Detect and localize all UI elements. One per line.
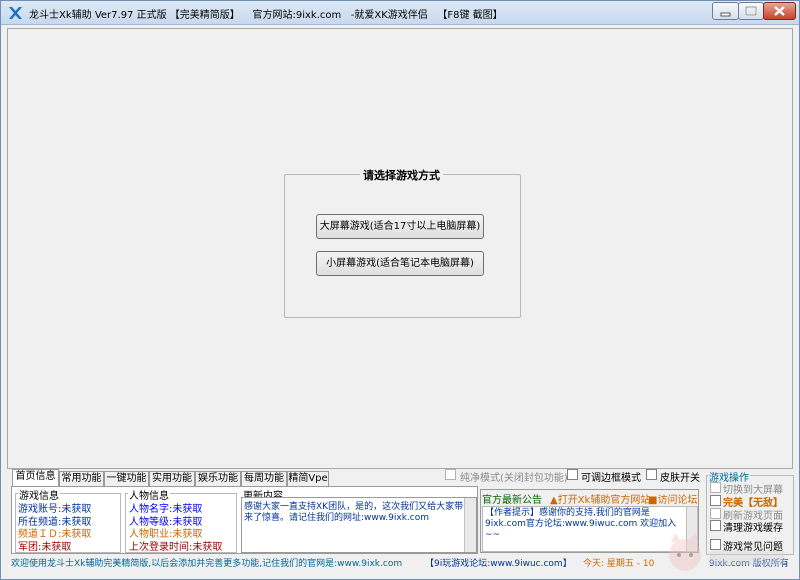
status-welcome-text: 欢迎使用龙斗士Xk辅助完美精简版,以后会添加并完善更多功能,记住我们的官网是:w… — [11, 559, 403, 569]
tab-one-click[interactable]: 一键功能 — [104, 471, 149, 487]
news-box: 感谢大家一直支持XK团队，是的，这次我们又给大家带来了惊喜。请记住我们的网址:w… — [241, 497, 477, 553]
maximize-button[interactable] — [738, 2, 764, 20]
big-screen-button[interactable]: 大屏幕游戏(适合17寸以上电脑屏幕) — [316, 214, 484, 239]
news-text: 感谢大家一直支持XK团队，是的，这次我们又给大家带来了惊喜。请记住我们的网址:w… — [244, 502, 464, 523]
refresh-game-checkbox[interactable] — [710, 508, 721, 519]
minimize-icon — [720, 12, 731, 17]
visit-forum-link[interactable]: ■访问论坛 — [648, 491, 697, 506]
status-date: 今天: 星期五 - 10 — [583, 559, 655, 569]
game-mode-group — [284, 174, 521, 318]
close-button[interactable] — [763, 2, 796, 20]
official-announcement-title: 官方最新公告 — [482, 495, 542, 506]
skin-switch-label: 皮肤开关 — [660, 473, 700, 484]
minimize-button[interactable] — [712, 2, 739, 20]
skin-switch-checkbox[interactable] — [646, 469, 657, 480]
watermark-logo — [669, 533, 785, 571]
official-announcement-text: 【作者提示】感谢你的支持,我们的官网是 9ixk.com官方论坛:www.9iw… — [482, 506, 687, 552]
app-window: 龙斗士Xk辅助 Ver7.97 正式版 【完美精简版】 官方网站:9ixk.co… — [0, 0, 800, 580]
pure-mode-label: 纯净模式(关闭封包功能) — [460, 473, 568, 484]
tab-common-functions[interactable]: 常用功能 — [59, 471, 104, 487]
game-legion: 军团:未获取 — [18, 542, 72, 553]
game-mode-title: 请选择游戏方式 — [360, 167, 443, 183]
open-official-site-link[interactable]: ▲打开Xk辅助官方网站 — [550, 491, 650, 506]
perfect-invincible-checkbox[interactable] — [710, 495, 721, 506]
maximize-icon — [745, 6, 757, 16]
news-scrollbar[interactable] — [464, 498, 476, 552]
close-icon — [774, 6, 785, 16]
tab-practical[interactable]: 实用功能 — [149, 471, 195, 487]
last-login-time: 上次登录时间:未获取 — [129, 542, 223, 553]
tab-weekly[interactable]: 每周功能 — [241, 471, 287, 487]
pure-mode-checkbox[interactable] — [445, 469, 456, 480]
border-mode-label: 可调边框模式 — [581, 473, 641, 484]
window-title: 龙斗士Xk辅助 Ver7.97 正式版 【完美精简版】 官方网站:9ixk.co… — [29, 10, 503, 21]
tab-lite-vpe[interactable]: 精简Vpe — [287, 471, 329, 487]
tab-entertainment[interactable]: 娱乐功能 — [195, 471, 241, 487]
small-screen-button[interactable]: 小屏幕游戏(适合笔记本电脑屏幕) — [316, 251, 484, 276]
title-bar[interactable]: 龙斗士Xk辅助 Ver7.97 正式版 【完美精简版】 官方网站:9ixk.co… — [1, 1, 799, 25]
status-forum-link[interactable]: 【9i玩游戏论坛:www.9iwuc.com】 — [425, 556, 572, 569]
border-mode-checkbox[interactable] — [567, 469, 578, 480]
tab-home-info[interactable]: 首页信息 — [12, 469, 59, 487]
app-logo-icon — [9, 7, 22, 19]
switch-big-screen-checkbox[interactable] — [710, 482, 721, 493]
